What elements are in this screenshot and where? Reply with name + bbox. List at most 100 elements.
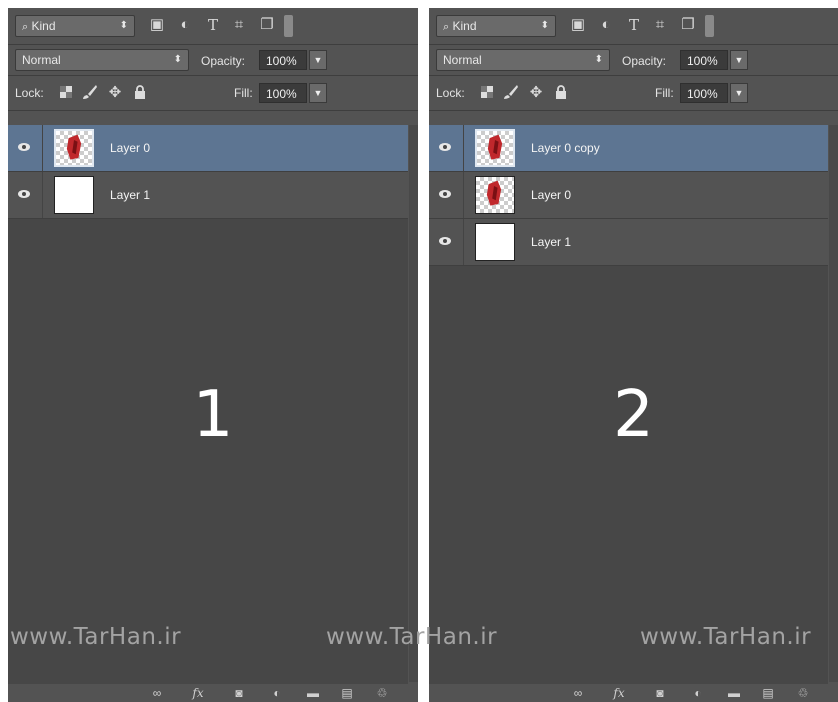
layer-thumbnail [54, 129, 94, 167]
opacity-dropdown-button[interactable]: ▼ [309, 50, 327, 70]
adjustment-icon[interactable]: ◐ [176, 16, 194, 34]
layer-list: Layer 0 copy Layer 0 Layer 1 [429, 125, 828, 266]
fill-label: Fill: [655, 86, 674, 100]
lock-position-move-icon[interactable]: ✥ [106, 84, 124, 102]
layer-row[interactable]: Layer 0 copy [429, 125, 828, 172]
layers-panel-1: ⌕ Kind ⬍ ▣ ◐ T ⌗ ❐ Normal ⬍ Opacity: 100… [8, 8, 418, 702]
lock-all-padlock-icon[interactable] [553, 84, 569, 100]
eye-visibility-icon[interactable] [437, 186, 453, 202]
kind-label: Kind [31, 19, 56, 33]
eye-visibility-icon[interactable] [437, 139, 453, 155]
smart-object-icon[interactable]: ❐ [258, 16, 276, 34]
lock-transparent-pixels-icon[interactable] [58, 84, 74, 100]
red-object-icon [66, 134, 82, 160]
image-icon[interactable]: ▣ [148, 16, 166, 34]
layer-row[interactable]: Layer 0 [8, 125, 408, 172]
opacity-dropdown-button[interactable]: ▼ [730, 50, 748, 70]
watermark-text: www.TarHan.ir [10, 624, 182, 650]
watermark-text: www.TarHan.ir [640, 624, 812, 650]
layer-row[interactable]: Layer 1 [8, 172, 408, 219]
shape-icon[interactable]: ⌗ [651, 16, 669, 34]
divider [42, 172, 43, 218]
blend-mode-value: Normal [443, 53, 482, 67]
bottom-toolbar: ∞ fx ◙ ◐ ▬ ▤ ♲ [8, 684, 418, 702]
shape-icon[interactable]: ⌗ [230, 16, 248, 34]
adjustment-layer-icon[interactable]: ◐ [691, 686, 705, 700]
type-icon[interactable]: T [204, 16, 222, 34]
lock-label: Lock: [15, 86, 44, 100]
blend-toolbar: Normal ⬍ Opacity: 100% ▼ [8, 45, 418, 76]
filter-toolbar: ⌕ Kind ⬍ ▣ ◐ T ⌗ ❐ [429, 8, 838, 45]
lock-image-pixels-brush-icon[interactable] [503, 84, 519, 100]
filter-toggle-icon[interactable] [284, 15, 293, 37]
link-icon[interactable]: ∞ [571, 686, 585, 700]
kind-filter-dropdown[interactable]: ⌕ Kind ⬍ [436, 15, 556, 37]
layer-name[interactable]: Layer 1 [531, 235, 571, 249]
updown-arrow-icon: ⬍ [540, 20, 549, 31]
divider [463, 219, 464, 265]
type-icon[interactable]: T [625, 16, 643, 34]
red-object-icon [487, 134, 503, 160]
mask-icon[interactable]: ◙ [232, 686, 246, 700]
link-icon[interactable]: ∞ [150, 686, 164, 700]
eye-visibility-icon[interactable] [437, 233, 453, 249]
new-layer-icon[interactable]: ▤ [340, 686, 354, 700]
bottom-toolbar: ∞ fx ◙ ◐ ▬ ▤ ♲ [429, 684, 838, 702]
lock-image-pixels-brush-icon[interactable] [82, 84, 98, 100]
fill-dropdown-button[interactable]: ▼ [309, 83, 327, 103]
smart-object-icon[interactable]: ❐ [679, 16, 697, 34]
new-layer-icon[interactable]: ▤ [761, 686, 775, 700]
lock-position-move-icon[interactable]: ✥ [527, 84, 545, 102]
fill-input[interactable]: 100% [680, 83, 728, 103]
layer-thumbnail [475, 176, 515, 214]
opacity-label: Opacity: [622, 54, 667, 68]
group-folder-icon[interactable]: ▬ [727, 686, 741, 700]
kind-filter-dropdown[interactable]: ⌕ Kind ⬍ [15, 15, 135, 37]
layer-thumbnail [475, 223, 515, 261]
lock-toolbar: Lock: ✥ Fill: 100% ▼ [429, 76, 838, 111]
opacity-input[interactable]: 100% [680, 50, 728, 70]
layer-row[interactable]: Layer 0 [429, 172, 828, 219]
filter-toggle-icon[interactable] [705, 15, 714, 37]
layer-name[interactable]: Layer 1 [110, 188, 150, 202]
lock-all-padlock-icon[interactable] [132, 84, 148, 100]
lock-label: Lock: [436, 86, 465, 100]
updown-arrow-icon: ⬍ [173, 54, 182, 65]
fx-icon[interactable]: fx [612, 686, 626, 700]
layer-name[interactable]: Layer 0 copy [531, 141, 600, 155]
big-number-label: 1 [192, 378, 234, 452]
filter-toolbar: ⌕ Kind ⬍ ▣ ◐ T ⌗ ❐ [8, 8, 418, 45]
trash-icon[interactable]: ♲ [375, 686, 389, 700]
adjustment-icon[interactable]: ◐ [597, 16, 615, 34]
layers-panel-2: ⌕ Kind ⬍ ▣ ◐ T ⌗ ❐ Normal ⬍ Opacity: 100… [429, 8, 838, 702]
group-folder-icon[interactable]: ▬ [306, 686, 320, 700]
opacity-input[interactable]: 100% [259, 50, 307, 70]
blend-mode-dropdown[interactable]: Normal ⬍ [15, 49, 189, 71]
layer-name[interactable]: Layer 0 [531, 188, 571, 202]
lock-toolbar: Lock: ✥ Fill: 100% ▼ [8, 76, 418, 111]
blend-mode-value: Normal [22, 53, 61, 67]
adjustment-layer-icon[interactable]: ◐ [270, 686, 284, 700]
lock-transparent-pixels-icon[interactable] [479, 84, 495, 100]
layer-list: Layer 0 Layer 1 [8, 125, 408, 219]
blend-mode-dropdown[interactable]: Normal ⬍ [436, 49, 610, 71]
fill-input[interactable]: 100% [259, 83, 307, 103]
panel-separator [418, 0, 429, 702]
trash-icon[interactable]: ♲ [796, 686, 810, 700]
mask-icon[interactable]: ◙ [653, 686, 667, 700]
eye-visibility-icon[interactable] [16, 186, 32, 202]
big-number-label: 2 [613, 378, 654, 452]
layer-thumbnail [54, 176, 94, 214]
watermark-text: www.TarHan.ir [326, 624, 498, 650]
fx-icon[interactable]: fx [191, 686, 205, 700]
layer-thumbnail [475, 129, 515, 167]
red-object-icon [486, 180, 502, 206]
eye-visibility-icon[interactable] [16, 139, 32, 155]
image-icon[interactable]: ▣ [569, 16, 587, 34]
opacity-label: Opacity: [201, 54, 246, 68]
layer-name[interactable]: Layer 0 [110, 141, 150, 155]
divider [42, 125, 43, 171]
search-icon: ⌕ [22, 21, 29, 33]
layer-row[interactable]: Layer 1 [429, 219, 828, 266]
fill-dropdown-button[interactable]: ▼ [730, 83, 748, 103]
